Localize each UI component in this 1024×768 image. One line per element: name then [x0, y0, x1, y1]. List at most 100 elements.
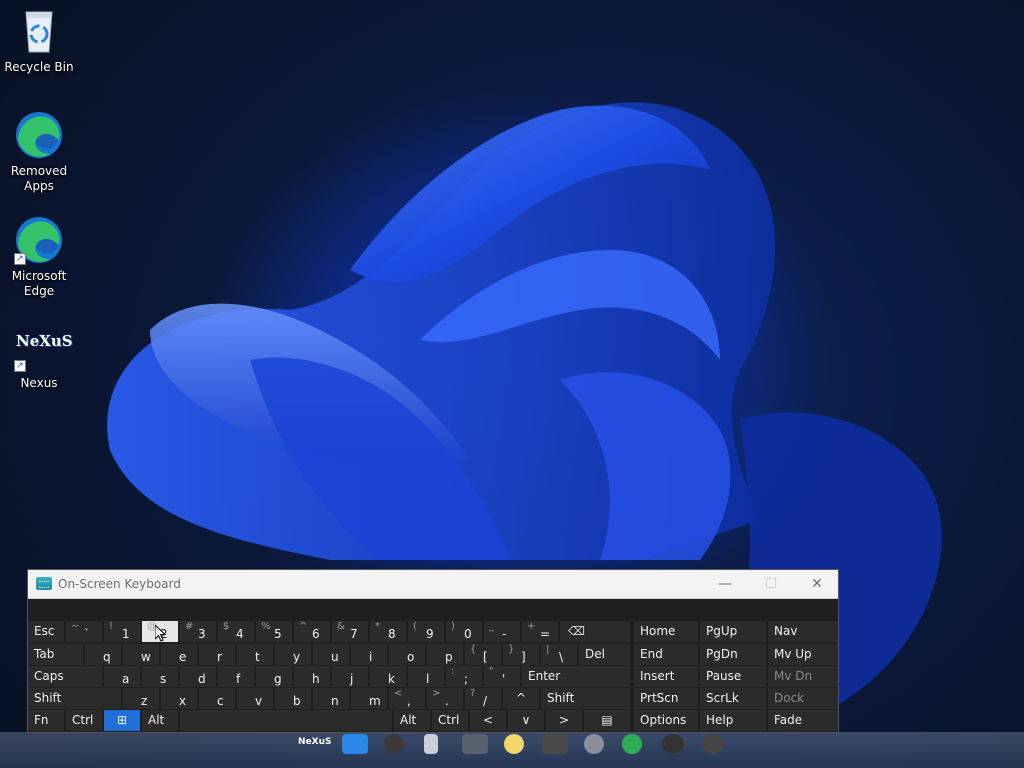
- key-equals[interactable]: + =: [522, 621, 558, 642]
- key-arrow-right[interactable]: >: [546, 710, 582, 731]
- key-ctrl-left[interactable]: Ctrl: [66, 710, 102, 731]
- nexus-dock-icon[interactable]: NeXuS: [298, 734, 331, 754]
- key-options[interactable]: Options: [634, 710, 698, 731]
- key-e[interactable]: e: [161, 644, 197, 665]
- key-nav[interactable]: Nav: [768, 621, 838, 642]
- key-slash[interactable]: ? /: [465, 688, 501, 709]
- key-m[interactable]: m: [351, 688, 387, 709]
- key-shift-right[interactable]: Shift: [541, 688, 630, 709]
- key-9[interactable]: (9: [408, 621, 444, 642]
- key-ctrl-right[interactable]: Ctrl: [432, 710, 468, 731]
- key-insert[interactable]: Insert: [634, 666, 698, 687]
- key-4[interactable]: $4: [218, 621, 254, 642]
- key-alt-left[interactable]: Alt: [142, 710, 178, 731]
- key-y[interactable]: y: [275, 644, 311, 665]
- key-bracket-right[interactable]: }]: [503, 644, 539, 665]
- key-backslash[interactable]: | \: [541, 644, 577, 665]
- key-menu[interactable]: ▤: [584, 710, 630, 731]
- desktop-icon-recycle-bin[interactable]: Recycle Bin: [0, 6, 78, 75]
- key-pgdn[interactable]: PgDn: [700, 644, 766, 665]
- key-h[interactable]: h: [294, 666, 330, 687]
- key-l[interactable]: l: [408, 666, 444, 687]
- key-dock[interactable]: Dock: [768, 688, 838, 709]
- key-backtick[interactable]: ~ `: [66, 621, 102, 642]
- key-u[interactable]: u: [313, 644, 349, 665]
- desktop-icon-microsoft-edge[interactable]: ↗ Microsoft Edge: [0, 215, 78, 299]
- key-arrow-down[interactable]: ∨: [508, 710, 544, 731]
- key-1[interactable]: ! 1: [104, 621, 140, 642]
- key-windows[interactable]: ⊞: [104, 710, 140, 731]
- monitor-icon[interactable]: [462, 734, 488, 754]
- minimize-button[interactable]: —: [702, 570, 748, 599]
- key-scrlk[interactable]: ScrLk: [700, 688, 766, 709]
- osk-title-bar[interactable]: On-Screen Keyboard — ☐ ✕: [28, 570, 838, 599]
- key-q[interactable]: q: [85, 644, 121, 665]
- key-fade[interactable]: Fade: [768, 710, 838, 731]
- camera-icon[interactable]: [662, 734, 684, 754]
- key-a[interactable]: a: [104, 666, 140, 687]
- key-fn[interactable]: Fn: [28, 710, 64, 731]
- key-end[interactable]: End: [634, 644, 698, 665]
- key-7[interactable]: & 7: [332, 621, 368, 642]
- key-help[interactable]: Help: [700, 710, 766, 731]
- key-p[interactable]: p: [427, 644, 463, 665]
- key-d[interactable]: d: [180, 666, 216, 687]
- browser-icon[interactable]: [622, 734, 642, 754]
- clock-icon[interactable]: [384, 734, 404, 754]
- key-pgup[interactable]: PgUp: [700, 621, 766, 642]
- close-button[interactable]: ✕: [794, 570, 840, 599]
- key-j[interactable]: j: [332, 666, 368, 687]
- key-r[interactable]: r: [199, 644, 235, 665]
- key-i[interactable]: i: [351, 644, 387, 665]
- key-tab[interactable]: Tab: [28, 644, 83, 665]
- key-shift-left[interactable]: Shift: [28, 688, 121, 709]
- key-z[interactable]: z: [123, 688, 159, 709]
- microphone-icon[interactable]: [424, 734, 438, 754]
- key-space[interactable]: [180, 710, 392, 731]
- key-arrow-up[interactable]: ^: [503, 688, 539, 709]
- key-quote[interactable]: " ': [484, 666, 520, 687]
- maximize-button[interactable]: ☐: [748, 570, 794, 599]
- key-g[interactable]: g: [256, 666, 292, 687]
- key-del[interactable]: Del: [579, 644, 630, 665]
- key-t[interactable]: t: [237, 644, 273, 665]
- lightbulb-icon[interactable]: [504, 734, 524, 754]
- desktop-icon-nexus[interactable]: NeXuS ↗ Nexus: [0, 322, 78, 391]
- key-comma[interactable]: <,: [389, 688, 425, 709]
- key-home[interactable]: Home: [634, 621, 698, 642]
- key-esc[interactable]: Esc: [28, 621, 64, 642]
- key-6[interactable]: ^ 6: [294, 621, 330, 642]
- key-f[interactable]: f: [218, 666, 254, 687]
- key-alt-right[interactable]: Alt: [394, 710, 430, 731]
- key-period[interactable]: >.: [427, 688, 463, 709]
- app-icon[interactable]: [702, 734, 724, 754]
- desktop-icon-removed-apps[interactable]: Removed Apps: [0, 110, 78, 194]
- key-bracket-left[interactable]: {[: [465, 644, 501, 665]
- key-b[interactable]: b: [275, 688, 311, 709]
- key-minus[interactable]: _ -: [484, 621, 520, 642]
- key-o[interactable]: o: [389, 644, 425, 665]
- settings-icon[interactable]: [584, 734, 604, 754]
- key-8[interactable]: * 8: [370, 621, 406, 642]
- key-caps[interactable]: Caps: [28, 666, 102, 687]
- key-semicolon[interactable]: :;: [446, 666, 482, 687]
- key-mv-up[interactable]: Mv Up: [768, 644, 838, 665]
- key-backspace[interactable]: ⌫: [560, 621, 630, 642]
- key-w[interactable]: w: [123, 644, 159, 665]
- key-x[interactable]: x: [161, 688, 197, 709]
- key-0[interactable]: ) 0: [446, 621, 482, 642]
- key-arrow-left[interactable]: <: [470, 710, 506, 731]
- key-pause[interactable]: Pause: [700, 666, 766, 687]
- key-c[interactable]: c: [199, 688, 235, 709]
- key-3[interactable]: #3: [180, 621, 216, 642]
- key-n[interactable]: n: [313, 688, 349, 709]
- key-k[interactable]: k: [370, 666, 406, 687]
- key-s[interactable]: s: [142, 666, 178, 687]
- windows-start-icon[interactable]: [342, 734, 368, 754]
- key-prtscn[interactable]: PrtScn: [634, 688, 698, 709]
- key-enter[interactable]: Enter: [522, 666, 630, 687]
- key-5[interactable]: % 5: [256, 621, 292, 642]
- key-v[interactable]: v: [237, 688, 273, 709]
- key-mv-dn[interactable]: Mv Dn: [768, 666, 838, 687]
- media-icon[interactable]: [542, 734, 568, 754]
